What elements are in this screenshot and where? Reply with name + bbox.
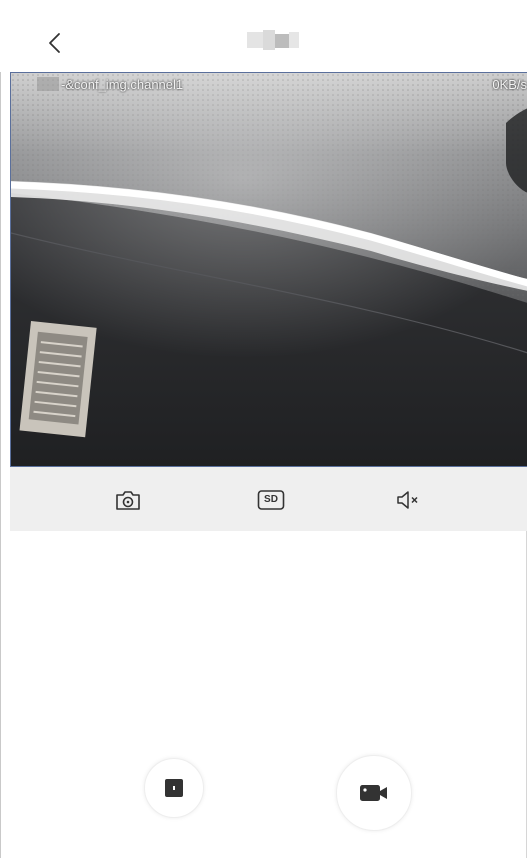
left-frame-border	[0, 0, 1, 858]
intercom-button[interactable]	[144, 758, 204, 818]
channel-avatar-blurred	[37, 77, 59, 91]
channel-label: -&conf_img.channel1	[61, 77, 184, 92]
chevron-left-icon[interactable]	[40, 28, 70, 58]
record-button[interactable]	[336, 755, 412, 831]
camera-snapshot-icon	[116, 491, 140, 510]
nav-bar	[0, 0, 527, 72]
intercom-square-icon	[165, 779, 183, 797]
video-record-icon	[360, 785, 387, 801]
mute-toggle[interactable]	[391, 483, 425, 517]
video-preview[interactable]: -&conf_img.channel1 0KB/s	[10, 72, 527, 467]
speaker-muted-icon	[397, 491, 418, 509]
snapshot-button[interactable]	[111, 483, 145, 517]
sd-quality-label: SD	[264, 494, 278, 505]
video-toolbar: SD	[10, 467, 527, 531]
sd-quality-button[interactable]: SD	[254, 483, 288, 517]
video-frame-image	[11, 73, 527, 466]
bitrate-readout: 0KB/s	[492, 77, 527, 92]
page-title-blurred	[247, 30, 299, 52]
